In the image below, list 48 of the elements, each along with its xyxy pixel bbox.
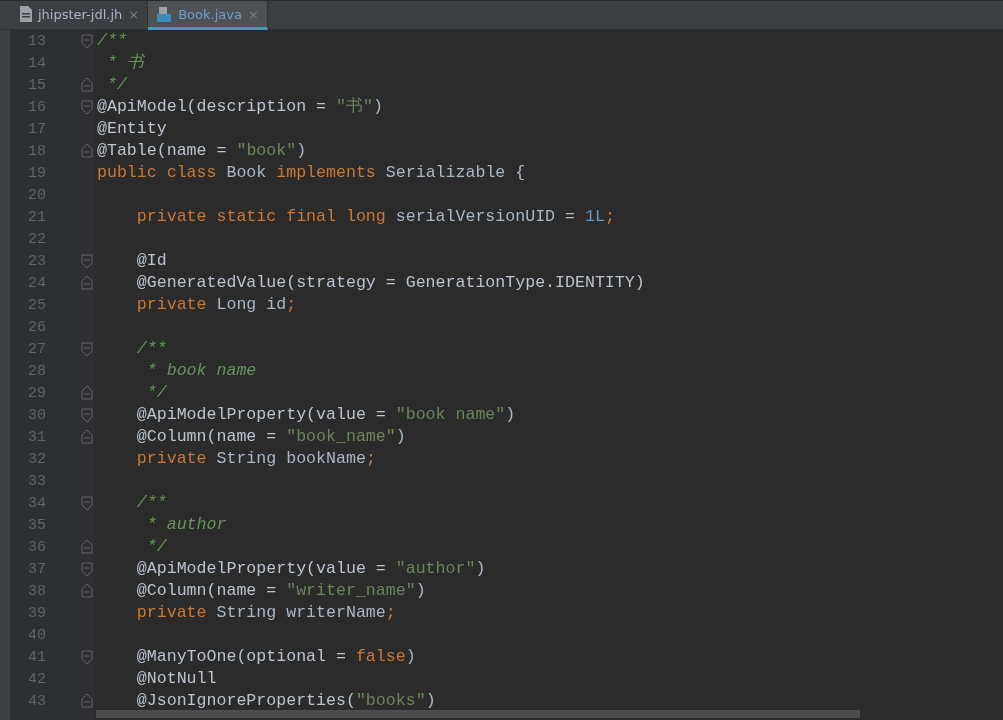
code-line: * author <box>145 515 227 534</box>
code-line: @Table(name = "book") <box>97 141 307 160</box>
code-line: @NotNull <box>135 669 217 688</box>
fold-marker-icon[interactable] <box>81 537 93 557</box>
fold-marker-icon[interactable] <box>81 691 93 711</box>
code-line: @ApiModel(description = "书") <box>97 97 383 116</box>
code-line: private Long id; <box>135 295 297 314</box>
code-line: /** <box>135 339 167 358</box>
fold-marker-icon[interactable] <box>81 405 93 425</box>
code-line: * book name <box>145 361 257 380</box>
code-line: @Id <box>135 251 167 270</box>
code-line: /** <box>97 31 127 50</box>
java-file-icon <box>156 6 173 22</box>
code-line: public class Book implements Serializable { <box>97 163 526 182</box>
fold-marker-icon[interactable] <box>81 339 93 359</box>
code-line: @Entity <box>97 119 167 138</box>
fold-marker-icon[interactable] <box>81 427 93 447</box>
close-icon[interactable]: × <box>128 6 140 22</box>
code-line: private String writerName; <box>135 603 396 622</box>
code-line: private String bookName; <box>135 449 376 468</box>
code-line: * 书 <box>105 53 144 72</box>
file-icon <box>20 6 32 22</box>
fold-marker-icon[interactable] <box>81 559 93 579</box>
code-line: */ <box>145 537 167 556</box>
code-line: */ <box>105 75 127 94</box>
close-icon[interactable]: × <box>247 6 259 22</box>
fold-marker-icon[interactable] <box>81 251 93 271</box>
fold-marker-icon[interactable] <box>81 647 93 667</box>
fold-marker-icon[interactable] <box>81 493 93 513</box>
code-line: @Column(name = "writer_name") <box>135 581 426 600</box>
fold-marker-icon[interactable] <box>81 273 93 293</box>
fold-marker-icon[interactable] <box>81 383 93 403</box>
code-line: */ <box>145 383 167 402</box>
code-line: /** <box>135 493 167 512</box>
code-line: @GeneratedValue(strategy = GenerationType.IDENTITY) <box>135 273 645 292</box>
code-line: @JsonIgnoreProperties("books") <box>135 691 436 710</box>
code-line: @ApiModelProperty(value = "author") <box>135 559 486 578</box>
code-line: @ApiModelProperty(value = "book name") <box>135 405 516 424</box>
fold-marker-icon[interactable] <box>81 31 93 51</box>
fold-marker-icon[interactable] <box>81 581 93 601</box>
code-line: @Column(name = "book_name") <box>135 427 406 446</box>
code-line: @ManyToOne(optional = false) <box>135 647 416 666</box>
fold-marker-icon[interactable] <box>81 75 93 95</box>
horizontal-scrollbar[interactable] <box>96 710 860 718</box>
fold-marker-icon[interactable] <box>81 97 93 117</box>
fold-marker-icon[interactable] <box>81 141 93 161</box>
code-line: private static final long serialVersionUID = 1L; <box>135 207 615 226</box>
editor-tab[interactable]: Book.java × <box>148 1 268 30</box>
